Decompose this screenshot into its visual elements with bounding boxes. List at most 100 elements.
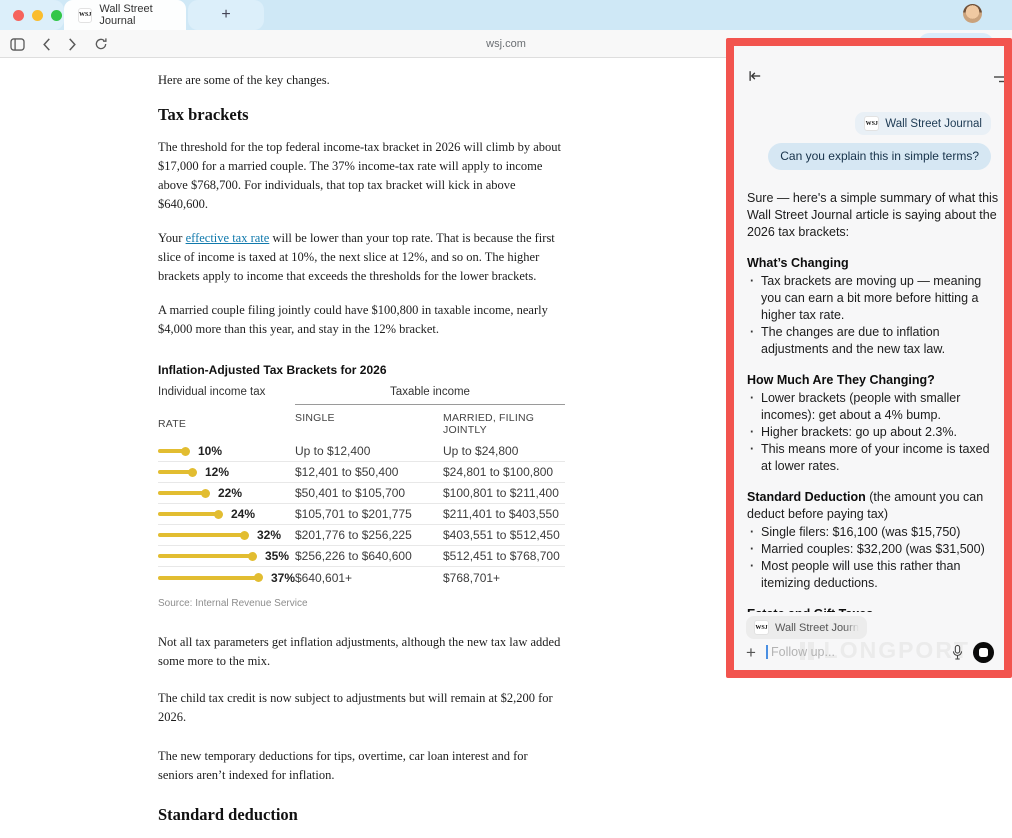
browser-tab-bar: WSJ Wall Street Journal + xyxy=(0,0,1012,30)
article-paragraph: Your effective tax rate will be lower th… xyxy=(158,229,566,286)
attach-plus-button[interactable]: + xyxy=(746,644,766,661)
wsj-logo-icon: WSJ xyxy=(754,620,769,635)
married-range: Up to $24,800 xyxy=(443,444,565,458)
table-row: 12% $12,401 to $50,400 $24,801 to $100,8… xyxy=(158,462,565,483)
rate-bar xyxy=(158,491,205,495)
section-bullets: Single filers: $16,100 (was $15,750)Marr… xyxy=(747,524,1003,592)
single-range: $640,601+ xyxy=(295,571,443,585)
context-source-chip[interactable]: WSJ Wall Street Journal xyxy=(855,112,991,135)
single-range: Up to $12,400 xyxy=(295,444,443,458)
rate-bar-dot xyxy=(181,447,190,456)
table-source: Source: Internal Revenue Service xyxy=(158,598,565,609)
column-header-rate: RATE xyxy=(158,412,295,436)
context-chip-label: Wall Street Journal xyxy=(885,118,982,130)
panel-header xyxy=(734,46,1004,90)
stop-button[interactable] xyxy=(973,642,994,663)
table-row: 32% $201,776 to $256,225 $403,551 to $51… xyxy=(158,525,565,546)
tab-title: Wall Street Journal xyxy=(99,3,186,27)
article-paragraph: The threshold for the top federal income… xyxy=(158,138,566,214)
panel-footer: LONGPORT WSJ Wall Street Journal + Follo… xyxy=(734,612,1004,670)
married-range: $24,801 to $100,800 xyxy=(443,465,565,479)
single-range: $201,776 to $256,225 xyxy=(295,528,443,542)
table-row: 10% Up to $12,400 Up to $24,800 xyxy=(158,441,565,462)
column-header-married: MARRIED, FILING JOINTLY xyxy=(443,412,565,436)
bullet-item: Single filers: $16,100 (was $15,750) xyxy=(747,524,1003,541)
bullet-item: Lower brackets (people with smaller inco… xyxy=(747,390,1003,424)
table-row: 35% $256,226 to $640,600 $512,451 to $76… xyxy=(158,546,565,567)
url-field[interactable]: wsj.com xyxy=(486,30,526,58)
article-intro: Here are some of the key changes. xyxy=(158,71,566,90)
single-range: $12,401 to $50,400 xyxy=(295,465,443,479)
forward-icon[interactable] xyxy=(68,38,77,51)
new-tab-button[interactable]: + xyxy=(221,7,230,23)
table-row: 22% $50,401 to $105,700 $100,801 to $211… xyxy=(158,483,565,504)
bullet-item: Tax brackets are moving up — meaning you… xyxy=(747,273,1003,324)
paragraph-text: Your xyxy=(158,231,186,245)
article-paragraph: The child tax credit is now subject to a… xyxy=(158,689,566,727)
sidebar-toggle-icon[interactable] xyxy=(10,38,25,51)
section-heading-bold: How Much Are They Changing? xyxy=(747,373,935,387)
minimize-window-button[interactable] xyxy=(32,10,43,21)
column-header-single: SINGLE xyxy=(295,412,443,436)
table-row: 24% $105,701 to $201,775 $211,401 to $40… xyxy=(158,504,565,525)
section-heading: Standard Deduction (the amount you can d… xyxy=(747,489,1003,523)
rate-value: 35% xyxy=(265,549,289,563)
rate-value: 24% xyxy=(231,507,255,521)
table-group-left: Individual income tax xyxy=(158,386,295,405)
bullet-item: The changes are due to inflation adjustm… xyxy=(747,324,1003,358)
footer-context-chip[interactable]: WSJ Wall Street Journal xyxy=(746,616,867,639)
rate-bar-dot xyxy=(188,468,197,477)
section-heading-tax-brackets: Tax brackets xyxy=(158,105,566,125)
married-range: $768,701+ xyxy=(443,571,565,585)
microphone-icon[interactable] xyxy=(947,644,967,661)
rate-bar xyxy=(158,449,185,453)
assistant-section: What’s Changing Tax brackets are moving … xyxy=(747,255,1003,358)
close-window-button[interactable] xyxy=(13,10,24,21)
table-group-right: Taxable income xyxy=(295,386,565,405)
table-title: Inflation-Adjusted Tax Brackets for 2026 xyxy=(158,363,565,377)
section-bullets: Tax brackets are moving up — meaning you… xyxy=(747,273,1003,358)
single-range: $50,401 to $105,700 xyxy=(295,486,443,500)
user-avatar[interactable] xyxy=(963,4,982,23)
back-icon[interactable] xyxy=(42,38,51,51)
browser-tab[interactable]: WSJ Wall Street Journal xyxy=(64,0,186,30)
rate-bar-dot xyxy=(214,510,223,519)
rate-bar xyxy=(158,470,192,474)
reload-icon[interactable] xyxy=(94,37,108,51)
panel-menu-icon[interactable] xyxy=(994,72,1004,90)
bullet-item: This means more of your income is taxed … xyxy=(747,441,1003,475)
section-heading-bold: Standard Deduction xyxy=(747,490,866,504)
rate-bar-dot xyxy=(240,531,249,540)
table-rows: 10% Up to $12,400 Up to $24,800 12% $12,… xyxy=(158,441,565,588)
rate-value: 37% xyxy=(271,571,295,585)
wsj-logo-icon: WSJ xyxy=(864,116,879,131)
article-paragraph: The new temporary deductions for tips, o… xyxy=(158,747,566,785)
new-tab-zone: + xyxy=(188,0,264,30)
married-range: $100,801 to $211,400 xyxy=(443,486,565,500)
effective-tax-rate-link[interactable]: effective tax rate xyxy=(186,231,270,245)
table-header-row: RATE SINGLE MARRIED, FILING JOINTLY xyxy=(158,405,565,441)
section-heading-bold: What’s Changing xyxy=(747,256,849,270)
chat-thread: WSJ Wall Street Journal Can you explain … xyxy=(734,46,1004,612)
assistant-section: How Much Are They Changing? Lower bracke… xyxy=(747,372,1003,475)
single-range: $256,226 to $640,600 xyxy=(295,549,443,563)
follow-up-input[interactable]: Follow up... xyxy=(766,645,947,659)
bullet-item: Married couples: $32,200 (was $31,500) xyxy=(747,541,1003,558)
married-range: $211,401 to $403,550 xyxy=(443,507,565,521)
input-placeholder: Follow up... xyxy=(769,645,835,659)
rate-bar xyxy=(158,576,258,580)
ai-assistant-panel: WSJ Wall Street Journal Can you explain … xyxy=(726,38,1012,678)
collapse-panel-icon[interactable] xyxy=(747,69,762,88)
married-range: $403,551 to $512,450 xyxy=(443,528,565,542)
rate-value: 22% xyxy=(218,486,242,500)
rate-bar xyxy=(158,554,252,558)
window-controls xyxy=(0,0,64,30)
rate-bar-dot xyxy=(254,573,263,582)
table-row: 37% $640,601+ $768,701+ xyxy=(158,567,565,588)
single-range: $105,701 to $201,775 xyxy=(295,507,443,521)
section-bullets: Lower brackets (people with smaller inco… xyxy=(747,390,1003,475)
section-heading: What’s Changing xyxy=(747,255,1003,272)
zoom-window-button[interactable] xyxy=(51,10,62,21)
assistant-intro: Sure — here's a simple summary of what t… xyxy=(747,190,1003,241)
rate-bar-dot xyxy=(248,552,257,561)
